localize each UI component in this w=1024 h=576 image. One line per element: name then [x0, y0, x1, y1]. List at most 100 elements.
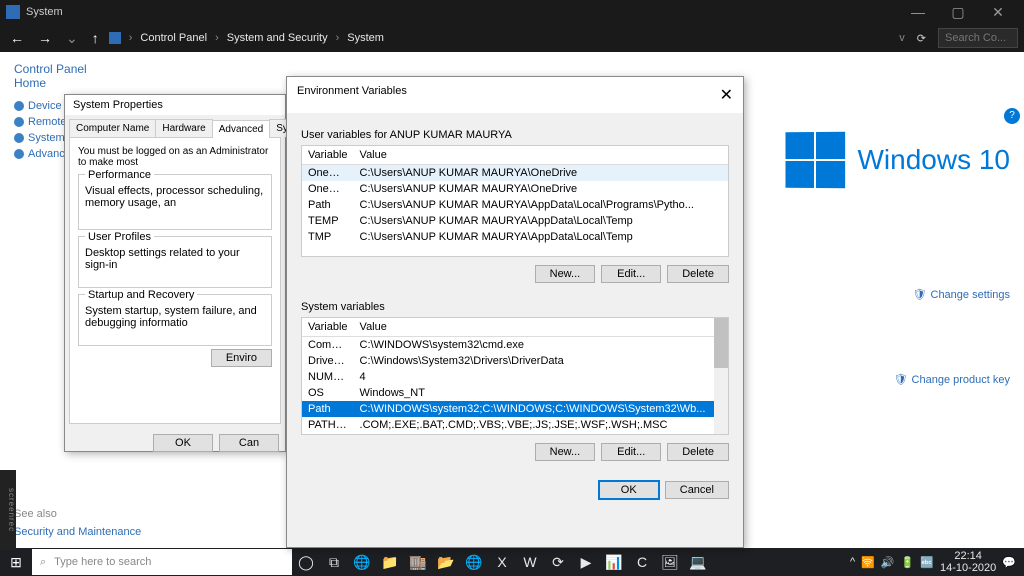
taskbar-app-icon[interactable]: X: [488, 554, 516, 571]
shield-icon: [14, 101, 24, 111]
system-properties-dialog: System Properties Computer Name Hardware…: [64, 94, 286, 452]
shield-icon: [14, 149, 24, 159]
taskbar-app-icon[interactable]: ◯: [292, 554, 320, 571]
taskbar-app-icon[interactable]: ⧉: [320, 554, 348, 571]
dialog-titlebar: Environment Variables ✕: [287, 77, 743, 113]
performance-group: Performance Visual effects, processor sc…: [78, 174, 272, 230]
up-button[interactable]: ↑: [88, 30, 103, 46]
window-titlebar: System — ▢ ✕: [0, 0, 1024, 24]
back-button[interactable]: ←: [6, 30, 28, 46]
taskbar-app-icon[interactable]: W: [516, 554, 544, 571]
table-row[interactable]: OneDriveC:\Users\ANUP KUMAR MAURYA\OneDr…: [302, 165, 728, 182]
sidebar-header[interactable]: Control Panel Home: [14, 62, 114, 90]
close-button[interactable]: ✕: [978, 4, 1018, 21]
ok-button[interactable]: OK: [153, 434, 213, 452]
tab-advanced[interactable]: Advanced: [212, 120, 270, 138]
windows-logo-text: Windows 10: [857, 144, 1010, 176]
search-input[interactable]: [938, 28, 1018, 48]
user-vars-header: User variables for ANUP KUMAR MAURYA: [301, 129, 729, 141]
taskbar-search[interactable]: ⌕ Type here to search: [32, 549, 292, 575]
taskbar-app-icon[interactable]: 🌐: [460, 554, 488, 571]
breadcrumb[interactable]: System and Security: [227, 32, 328, 44]
table-row[interactable]: TEMPC:\Users\ANUP KUMAR MAURYA\AppData\L…: [302, 213, 728, 229]
close-button[interactable]: ✕: [720, 85, 733, 105]
tray-up-icon[interactable]: ^: [850, 556, 855, 568]
delete-button[interactable]: Delete: [667, 265, 729, 283]
new-button[interactable]: New...: [535, 265, 596, 283]
taskbar-app-icon[interactable]: C: [628, 554, 656, 571]
search-icon: ⌕: [40, 556, 46, 569]
taskbar-app-icon[interactable]: ⟳: [544, 554, 572, 571]
delete-button[interactable]: Delete: [667, 443, 729, 461]
start-button[interactable]: ⊞: [0, 554, 32, 571]
dropdown-icon[interactable]: ⌄: [62, 30, 82, 47]
language-icon[interactable]: 🔤: [920, 556, 934, 569]
volume-icon[interactable]: 🔊: [881, 556, 895, 569]
cancel-button[interactable]: Can: [219, 434, 279, 452]
tab-bar: Computer Name Hardware Advanced System P…: [69, 119, 281, 138]
breadcrumb[interactable]: Control Panel: [140, 32, 207, 44]
shield-icon: [14, 117, 24, 127]
change-settings-link[interactable]: 🛡Change settings: [790, 288, 1010, 301]
taskbar-app-icon[interactable]: 💻: [684, 554, 712, 571]
system-vars-table[interactable]: VariableValue ComSpecC:\WINDOWS\system32…: [301, 317, 729, 435]
tab-computer-name[interactable]: Computer Name: [69, 119, 156, 137]
edit-button[interactable]: Edit...: [601, 265, 661, 283]
taskbar-app-icon[interactable]: 📁: [376, 554, 404, 571]
system-tray[interactable]: ^ 🛜 🔊 🔋 🔤 22:1414-10-2020 💬: [842, 550, 1024, 574]
system-icon: [6, 5, 20, 19]
dialog-title: Environment Variables: [297, 85, 407, 105]
taskbar-app-icon[interactable]: 🏬: [404, 554, 432, 571]
search-dropdown-icon[interactable]: v: [899, 32, 905, 44]
location-icon: [109, 32, 121, 44]
taskbar-app-icon[interactable]: 🖼: [656, 554, 684, 571]
taskbar-app-icon[interactable]: 🌐: [348, 554, 376, 571]
taskbar-app-icon[interactable]: 📂: [432, 554, 460, 571]
edit-button[interactable]: Edit...: [601, 443, 661, 461]
address-bar: ← → ⌄ ↑ › Control Panel› System and Secu…: [0, 24, 1024, 52]
table-row[interactable]: NUMBER_OF_PROCESSORS4: [302, 369, 728, 385]
maximize-button[interactable]: ▢: [938, 4, 978, 21]
content-area: ? Control Panel Home Device Ma Remote se…: [0, 52, 1024, 548]
notifications-icon[interactable]: 💬: [1002, 556, 1016, 569]
breadcrumb[interactable]: System: [347, 32, 384, 44]
startup-group: Startup and Recovery System startup, sys…: [78, 294, 272, 346]
table-row[interactable]: PATHEXT.COM;.EXE;.BAT;.CMD;.VBS;.VBE;.JS…: [302, 417, 728, 433]
battery-icon[interactable]: 🔋: [901, 556, 915, 569]
table-row[interactable]: PROCESSOR_ARCHITECTUREAMD64: [302, 433, 728, 435]
window-title: System: [26, 6, 63, 18]
table-row[interactable]: PathC:\Users\ANUP KUMAR MAURYA\AppData\L…: [302, 197, 728, 213]
table-row[interactable]: PathC:\WINDOWS\system32;C:\WINDOWS;C:\WI…: [302, 401, 728, 417]
minimize-button[interactable]: —: [898, 4, 938, 20]
refresh-button[interactable]: ⟳: [911, 32, 932, 45]
search-placeholder: Type here to search: [54, 556, 151, 568]
change-product-key-link[interactable]: 🛡Change product key: [790, 373, 1010, 386]
shield-icon: [14, 133, 24, 143]
see-also: See also Security and Maintenance: [14, 508, 141, 538]
admin-note: You must be logged on as an Administrato…: [78, 146, 272, 168]
clock[interactable]: 22:1414-10-2020: [940, 550, 996, 574]
environment-variables-dialog: Environment Variables ✕ User variables f…: [286, 76, 744, 548]
network-icon[interactable]: 🛜: [861, 556, 875, 569]
shield-icon: 🛡: [913, 288, 927, 301]
forward-button[interactable]: →: [34, 30, 56, 46]
screenrec-badge: screenrec: [0, 470, 16, 550]
cancel-button[interactable]: Cancel: [665, 481, 729, 499]
dialog-title: System Properties: [65, 95, 285, 115]
table-row[interactable]: DriverDataC:\Windows\System32\Drivers\Dr…: [302, 353, 728, 369]
table-row[interactable]: OSWindows_NT: [302, 385, 728, 401]
user-vars-table[interactable]: VariableValue OneDriveC:\Users\ANUP KUMA…: [301, 145, 729, 257]
scrollbar[interactable]: [714, 318, 728, 434]
help-icon[interactable]: ?: [1004, 108, 1020, 124]
taskbar-app-icon[interactable]: ▶: [572, 554, 600, 571]
see-also-link[interactable]: Security and Maintenance: [14, 526, 141, 538]
environment-variables-button[interactable]: Enviro: [211, 349, 272, 367]
tab-hardware[interactable]: Hardware: [155, 119, 212, 137]
table-row[interactable]: OneDriveConsumerC:\Users\ANUP KUMAR MAUR…: [302, 181, 728, 197]
see-also-header: See also: [14, 508, 141, 520]
table-row[interactable]: TMPC:\Users\ANUP KUMAR MAURYA\AppData\Lo…: [302, 229, 728, 245]
taskbar-app-icon[interactable]: 📊: [600, 554, 628, 571]
new-button[interactable]: New...: [535, 443, 596, 461]
table-row[interactable]: ComSpecC:\WINDOWS\system32\cmd.exe: [302, 337, 728, 354]
ok-button[interactable]: OK: [599, 481, 659, 499]
